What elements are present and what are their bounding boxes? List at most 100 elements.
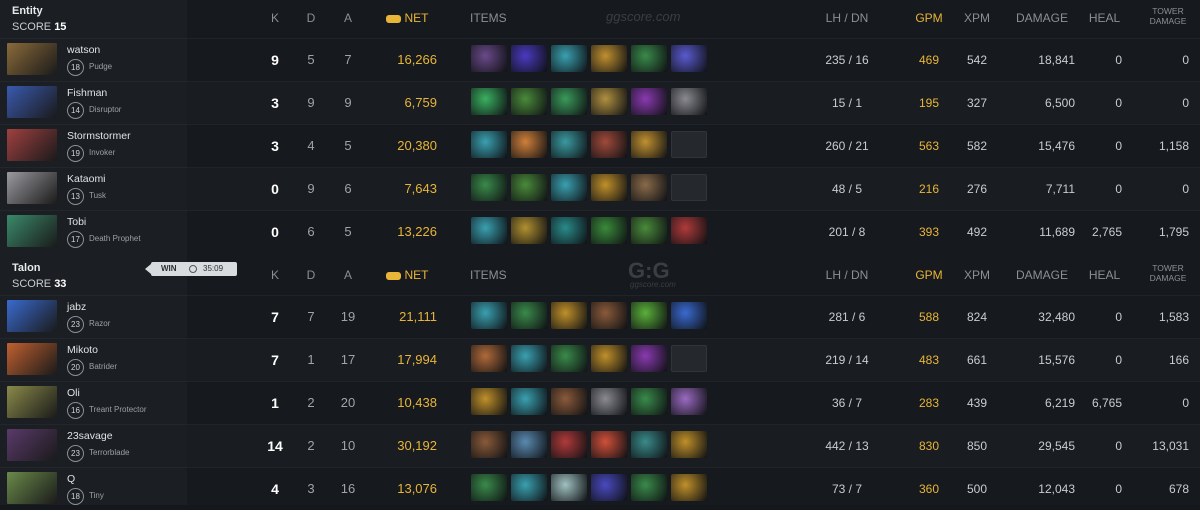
item-icon[interactable]	[471, 345, 507, 372]
item-icon[interactable]	[471, 431, 507, 458]
items-list	[471, 217, 711, 247]
item-icon[interactable]	[511, 474, 547, 501]
player-card[interactable]: Q 18 Tiny	[0, 467, 187, 510]
player-card[interactable]: Stormstormer 19 Invoker	[0, 124, 187, 167]
item-icon[interactable]	[591, 45, 627, 72]
xpm-value: 492	[966, 225, 988, 239]
item-icon[interactable]	[511, 131, 547, 158]
player-name[interactable]: Mikoto	[67, 344, 98, 356]
item-icon[interactable]	[631, 474, 667, 501]
item-icon[interactable]	[671, 45, 707, 72]
item-icon[interactable]	[511, 174, 547, 201]
item-icon[interactable]	[471, 388, 507, 415]
item-icon[interactable]	[471, 474, 507, 501]
deaths-value: 1	[307, 352, 315, 367]
player-card[interactable]: 23savage 23 Terrorblade	[0, 424, 187, 467]
item-icon[interactable]	[671, 388, 707, 415]
item-icon[interactable]	[471, 217, 507, 244]
player-name[interactable]: Stormstormer	[67, 130, 131, 142]
player-card[interactable]: Mikoto 20 Batrider	[0, 338, 187, 381]
net-worth-value: 7,643	[404, 181, 437, 196]
item-icon[interactable]	[671, 217, 707, 244]
player-name[interactable]: Tobi	[67, 216, 86, 228]
item-icon[interactable]	[631, 431, 667, 458]
player-card[interactable]: Tobi 17 Death Prophet	[0, 210, 187, 253]
player-name[interactable]: Q	[67, 473, 75, 485]
item-icon[interactable]	[511, 217, 547, 244]
team-score-value: 15	[54, 21, 67, 33]
player-name[interactable]: Kataomi	[67, 173, 106, 185]
player-name[interactable]: jabz	[67, 301, 86, 313]
damage-value: 18,841	[1038, 53, 1075, 67]
player-card[interactable]: Kataomi 13 Tusk	[0, 167, 187, 210]
item-icon[interactable]	[511, 88, 547, 115]
item-icon[interactable]	[631, 88, 667, 115]
item-icon[interactable]	[591, 345, 627, 372]
items-list	[471, 431, 711, 461]
item-icon[interactable]	[551, 131, 587, 158]
header-gpm: GPM	[915, 268, 943, 282]
item-icon[interactable]	[511, 45, 547, 72]
player-card[interactable]: jabz 23 Razor	[0, 295, 187, 338]
player-card[interactable]: watson 18 Pudge	[0, 38, 187, 81]
assists-value: 9	[344, 95, 352, 110]
item-icon[interactable]	[471, 88, 507, 115]
item-icon[interactable]	[551, 45, 587, 72]
item-icon[interactable]	[551, 474, 587, 501]
item-icon[interactable]	[471, 174, 507, 201]
player-name[interactable]: watson	[67, 44, 100, 56]
item-icon[interactable]	[591, 88, 627, 115]
item-icon[interactable]	[591, 388, 627, 415]
damage-value: 11,689	[1039, 225, 1075, 239]
xpm-value: 824	[966, 310, 988, 324]
item-icon[interactable]	[471, 131, 507, 158]
item-icon[interactable]	[551, 174, 587, 201]
player-card[interactable]: Fishman 14 Disruptor	[0, 81, 187, 124]
tower-damage-value: 0	[1182, 396, 1189, 410]
hero-portrait	[7, 43, 57, 75]
items-list	[471, 388, 711, 418]
item-icon[interactable]	[671, 474, 707, 501]
item-icon[interactable]	[551, 431, 587, 458]
player-name[interactable]: Fishman	[67, 87, 107, 99]
item-icon[interactable]	[511, 345, 547, 372]
player-card[interactable]: Oli 16 Treant Protector	[0, 381, 187, 424]
item-icon[interactable]	[591, 217, 627, 244]
item-icon[interactable]	[471, 302, 507, 329]
item-icon[interactable]	[591, 174, 627, 201]
team-header: Entity SCORE 15	[0, 0, 187, 38]
item-icon[interactable]	[591, 131, 627, 158]
hero-name: Death Prophet	[89, 234, 141, 243]
item-icon[interactable]	[511, 388, 547, 415]
item-icon[interactable]	[551, 88, 587, 115]
item-icon[interactable]	[631, 302, 667, 329]
player-stats-row: 1 2 20 10,438 36 / 7 283 439 6,219 6,765 0	[187, 381, 1200, 424]
item-icon[interactable]	[511, 302, 547, 329]
player-name[interactable]: Oli	[67, 387, 80, 399]
header-gpm: GPM	[915, 11, 943, 25]
xpm-value: 582	[966, 139, 988, 153]
item-icon[interactable]	[631, 388, 667, 415]
item-icon[interactable]	[551, 217, 587, 244]
item-icon[interactable]	[591, 474, 627, 501]
item-icon[interactable]	[631, 345, 667, 372]
item-icon[interactable]	[631, 217, 667, 244]
item-icon[interactable]	[631, 131, 667, 158]
item-icon[interactable]	[591, 431, 627, 458]
item-icon[interactable]	[551, 388, 587, 415]
item-icon[interactable]	[671, 431, 707, 458]
item-icon[interactable]	[471, 45, 507, 72]
item-icon[interactable]	[551, 345, 587, 372]
player-level-badge: 20	[67, 359, 84, 376]
item-icon[interactable]	[631, 45, 667, 72]
item-icon[interactable]	[631, 174, 667, 201]
item-icon[interactable]	[511, 431, 547, 458]
item-icon[interactable]	[671, 88, 707, 115]
item-icon[interactable]	[671, 302, 707, 329]
hero-portrait	[7, 129, 57, 161]
deaths-value: 2	[307, 438, 315, 453]
item-icon[interactable]	[551, 302, 587, 329]
player-name[interactable]: 23savage	[67, 430, 113, 442]
hero-name: Treant Protector	[89, 405, 147, 414]
item-icon[interactable]	[591, 302, 627, 329]
